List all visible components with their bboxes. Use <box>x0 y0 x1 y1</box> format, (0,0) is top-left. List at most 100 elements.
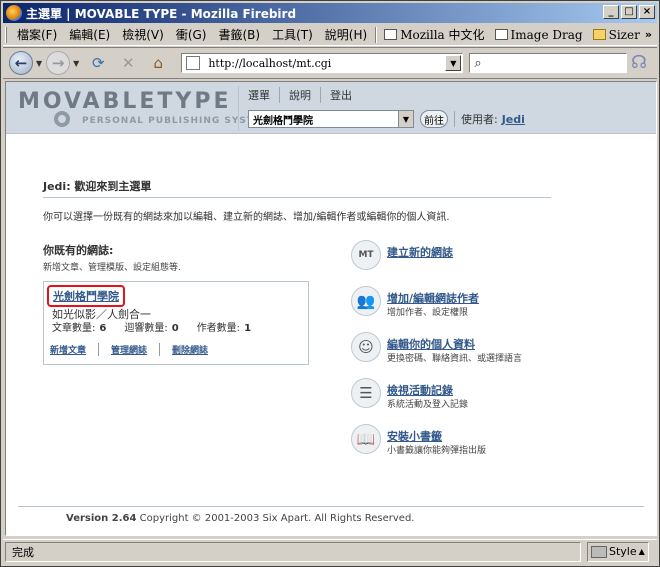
reload-icon[interactable]: ⟳ <box>87 52 109 74</box>
user-name-link[interactable]: Jedi <box>502 113 525 126</box>
movabletype-logo: MOVABLETYPE PERSONAL PUBLISHING SYSTEM <box>18 89 271 127</box>
style-icon <box>591 545 607 558</box>
blogs-subtext: 新增文章、管理模版、設定組態等. <box>43 263 181 273</box>
profile-icon: ☺ <box>351 332 381 362</box>
delete-blog-link[interactable]: 刪除網誌 <box>172 343 220 356</box>
blog-card: 光劍格鬥學院 如光似影／人劍合一 文章數量: 6 迴響數量: 0 作者數量: 1 新增… <box>43 281 309 365</box>
menu-bookmarks[interactable]: 書籤(B) <box>212 26 266 43</box>
page-viewport: MOVABLETYPE PERSONAL PUBLISHING SYSTEM 選… <box>5 81 657 536</box>
action-title[interactable]: 檢視活動記錄 <box>387 382 453 398</box>
log-icon: ☰ <box>351 378 381 408</box>
chevron-up-icon: ▲ <box>638 547 645 556</box>
action-edit-profile[interactable]: ☺ 編輯你的個人資料 更換密碼、聯絡資訊、或選擇語言 <box>351 332 581 376</box>
action-desc: 更換密碼、聯絡資訊、或選擇語言 <box>387 354 523 364</box>
menu-edit[interactable]: 編輯(E) <box>63 26 116 43</box>
footer: Version 2.64 Copyright © 2001-2003 Six A… <box>66 513 414 524</box>
close-button[interactable]: × <box>639 5 655 19</box>
status-text: 完成 <box>5 541 581 562</box>
footer-divider <box>18 506 644 507</box>
cog-icon <box>54 111 70 127</box>
address-bar[interactable]: ▼ <box>181 53 464 73</box>
action-list: MT 建立新的網誌 👥 增加/編輯網誌作者 增加作者、設定權限 ☺ 編輯你的個人… <box>351 240 581 470</box>
action-install-bookmarklet[interactable]: 📖 安裝小書籤 小書籤讓你能夠彈指出版 <box>351 424 581 468</box>
page-icon <box>384 29 398 40</box>
nav-link-help[interactable]: 說明 <box>280 87 321 103</box>
mt-icon: MT <box>351 240 381 270</box>
menu-bar: 檔案(F) 編輯(E) 檢視(V) 衝(G) 書籤(B) 工具(T) 說明(H)… <box>3 24 657 46</box>
url-dropdown-icon[interactable]: ▼ <box>445 55 462 71</box>
action-view-log[interactable]: ☰ 檢視活動記錄 系統活動及登入記錄 <box>351 378 581 422</box>
action-desc: 小書籤讓你能夠彈指出版 <box>387 446 487 456</box>
page-icon <box>186 56 201 70</box>
manage-blog-link[interactable]: 管理網誌 <box>111 343 161 356</box>
stat-entries: 文章數量: 6 <box>52 323 107 334</box>
search-input[interactable] <box>485 57 616 69</box>
forward-dropdown-icon[interactable]: ▼ <box>73 59 79 68</box>
intro-text: 你可以選擇一份既有的網誌來加以編輯、建立新的網誌、增加/編輯作者或編輯你的個人資… <box>43 212 450 223</box>
blog-actions: 新增文章 管理網誌 刪除網誌 <box>50 343 232 356</box>
minimize-button[interactable]: _ <box>603 5 619 19</box>
blog-select[interactable]: 光劍格鬥學院 ▼ <box>248 110 414 128</box>
mozilla-chinese-button[interactable]: Mozilla 中文化 <box>379 26 489 43</box>
url-input[interactable] <box>208 56 446 70</box>
sizer-label: Sizer <box>608 27 640 42</box>
bookmarklet-icon: 📖 <box>351 424 381 454</box>
nav-link-logout[interactable]: 登出 <box>321 87 361 103</box>
search-box[interactable]: ⌕ <box>469 53 628 73</box>
title-bar: 主選單 | MOVABLE TYPE - Mozilla Firebird _ … <box>3 3 657 23</box>
window-title: 主選單 | MOVABLE TYPE - Mozilla Firebird <box>26 6 297 21</box>
stop-icon[interactable]: ✕ <box>117 52 139 74</box>
blog-name-link[interactable]: 光劍格鬥學院 <box>47 285 125 307</box>
maximize-button[interactable]: □ <box>621 5 637 19</box>
blog-stats: 文章數量: 6 迴響數量: 0 作者數量: 1 <box>52 319 251 334</box>
menu-view[interactable]: 檢視(V) <box>116 26 170 43</box>
action-title[interactable]: 增加/編輯網誌作者 <box>387 290 479 306</box>
forward-button[interactable]: → <box>46 51 71 75</box>
action-title[interactable]: 編輯你的個人資料 <box>387 336 475 352</box>
style-label: Style <box>609 545 637 558</box>
mozilla-chinese-label: Mozilla 中文化 <box>400 28 485 42</box>
mt-nav-links: 選單 說明 登出 <box>239 86 525 104</box>
page-icon <box>494 29 508 40</box>
mt-nav: 選單 說明 登出 光劍格鬥學院 ▼ 前往 使用者: Jedi <box>238 86 525 130</box>
toolbar-grip[interactable] <box>5 26 7 43</box>
blogs-heading: 你既有的網誌: <box>43 244 114 257</box>
stat-comments: 迴響數量: 0 <box>124 323 179 334</box>
new-entry-link[interactable]: 新增文章 <box>50 343 100 356</box>
action-desc: 系統活動及登入記錄 <box>387 400 469 410</box>
image-drag-label: Image Drag <box>510 27 583 42</box>
action-title[interactable]: 建立新的網誌 <box>387 244 453 260</box>
window-controls: _ □ × <box>603 5 655 19</box>
mt-nav-row2: 光劍格鬥學院 ▼ 前往 使用者: Jedi <box>239 110 525 128</box>
throbber-icon: ☊ <box>631 52 647 73</box>
action-title[interactable]: 安裝小書籤 <box>387 428 442 444</box>
folder-icon <box>592 29 606 40</box>
footer-version: Version 2.64 <box>66 513 137 524</box>
action-desc: 增加作者、設定權限 <box>387 308 469 318</box>
search-icon: ⌕ <box>474 55 482 71</box>
menu-file[interactable]: 檔案(F) <box>11 26 63 43</box>
action-create-blog[interactable]: MT 建立新的網誌 <box>351 240 581 284</box>
chevron-more-icon[interactable]: » <box>645 28 652 41</box>
users-icon: 👥 <box>351 286 381 316</box>
menu-tools[interactable]: 工具(T) <box>266 26 319 43</box>
style-switcher[interactable]: Style ▲ <box>587 541 649 562</box>
back-button[interactable]: ← <box>9 51 33 75</box>
logo-main: MOVABLETYPE <box>18 89 232 114</box>
menu-separator <box>375 26 378 43</box>
image-drag-button[interactable]: Image Drag <box>490 28 588 42</box>
navigation-toolbar: ← ▼ → ▼ ⟳ ✕ ⌂ ▼ ⌕ ☊ <box>3 47 657 79</box>
nav-link-menu[interactable]: 選單 <box>239 87 280 103</box>
go-button[interactable]: 前往 <box>420 110 448 128</box>
home-icon[interactable]: ⌂ <box>147 52 169 74</box>
sizer-button[interactable]: Sizer <box>588 28 645 42</box>
browser-window: 主選單 | MOVABLE TYPE - Mozilla Firebird _ … <box>0 0 660 567</box>
firebird-app-icon <box>6 5 22 21</box>
back-dropdown-icon[interactable]: ▼ <box>36 59 42 68</box>
menu-help[interactable]: 說明(H) <box>319 26 373 43</box>
welcome-heading: Jedi: 歡迎來到主選單 <box>43 178 551 198</box>
chevron-down-icon[interactable]: ▼ <box>398 111 413 127</box>
action-edit-authors[interactable]: 👥 增加/編輯網誌作者 增加作者、設定權限 <box>351 286 581 330</box>
user-label: 使用者: <box>454 111 498 127</box>
menu-go[interactable]: 衝(G) <box>170 26 213 43</box>
